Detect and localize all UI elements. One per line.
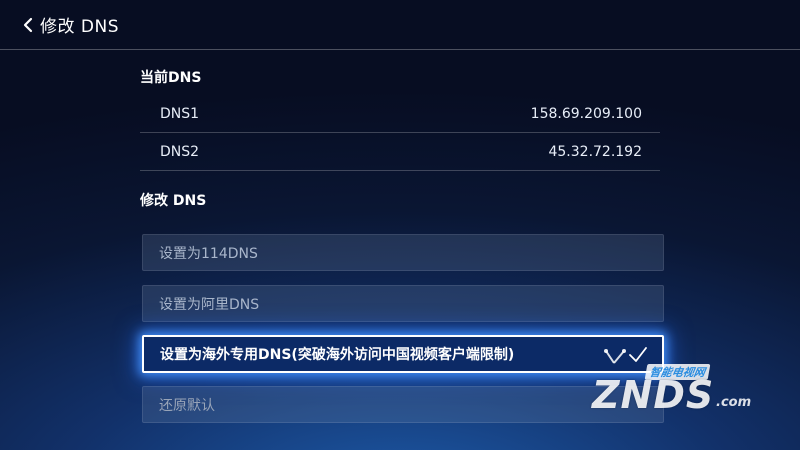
dns-row-1: DNS1 158.69.209.100 <box>140 96 660 133</box>
dns1-label: DNS1 <box>160 106 200 122</box>
back-button[interactable]: 修改 DNS <box>0 0 129 50</box>
option-overseas-dns[interactable]: 设置为海外专用DNS(突破海外访问中国视频客户端限制) <box>142 335 664 373</box>
dns2-label: DNS2 <box>160 144 200 160</box>
check-icon <box>629 347 647 362</box>
dns-row-2: DNS2 45.32.72.192 <box>140 134 660 171</box>
option-114dns[interactable]: 设置为114DNS <box>142 234 664 271</box>
watermark-suffix: .com <box>716 395 752 410</box>
option-ali-dns[interactable]: 设置为阿里DNS <box>142 285 664 322</box>
page-title: 修改 DNS <box>40 17 120 37</box>
header-bar: 修改 DNS <box>0 0 800 50</box>
option-label: 设置为海外专用DNS(突破海外访问中国视频客户端限制) <box>160 347 515 363</box>
current-dns-title: 当前DNS <box>140 70 202 86</box>
option-restore-default[interactable]: 还原默认 <box>142 386 664 423</box>
modify-dns-title: 修改 DNS <box>140 193 207 209</box>
option-label: 设置为114DNS <box>159 245 258 262</box>
dns2-value: 45.32.72.192 <box>548 144 642 160</box>
dns1-value: 158.69.209.100 <box>530 106 642 122</box>
option-label: 还原默认 <box>159 397 215 414</box>
option-label: 设置为阿里DNS <box>159 296 260 313</box>
chevron-left-icon <box>23 17 33 32</box>
